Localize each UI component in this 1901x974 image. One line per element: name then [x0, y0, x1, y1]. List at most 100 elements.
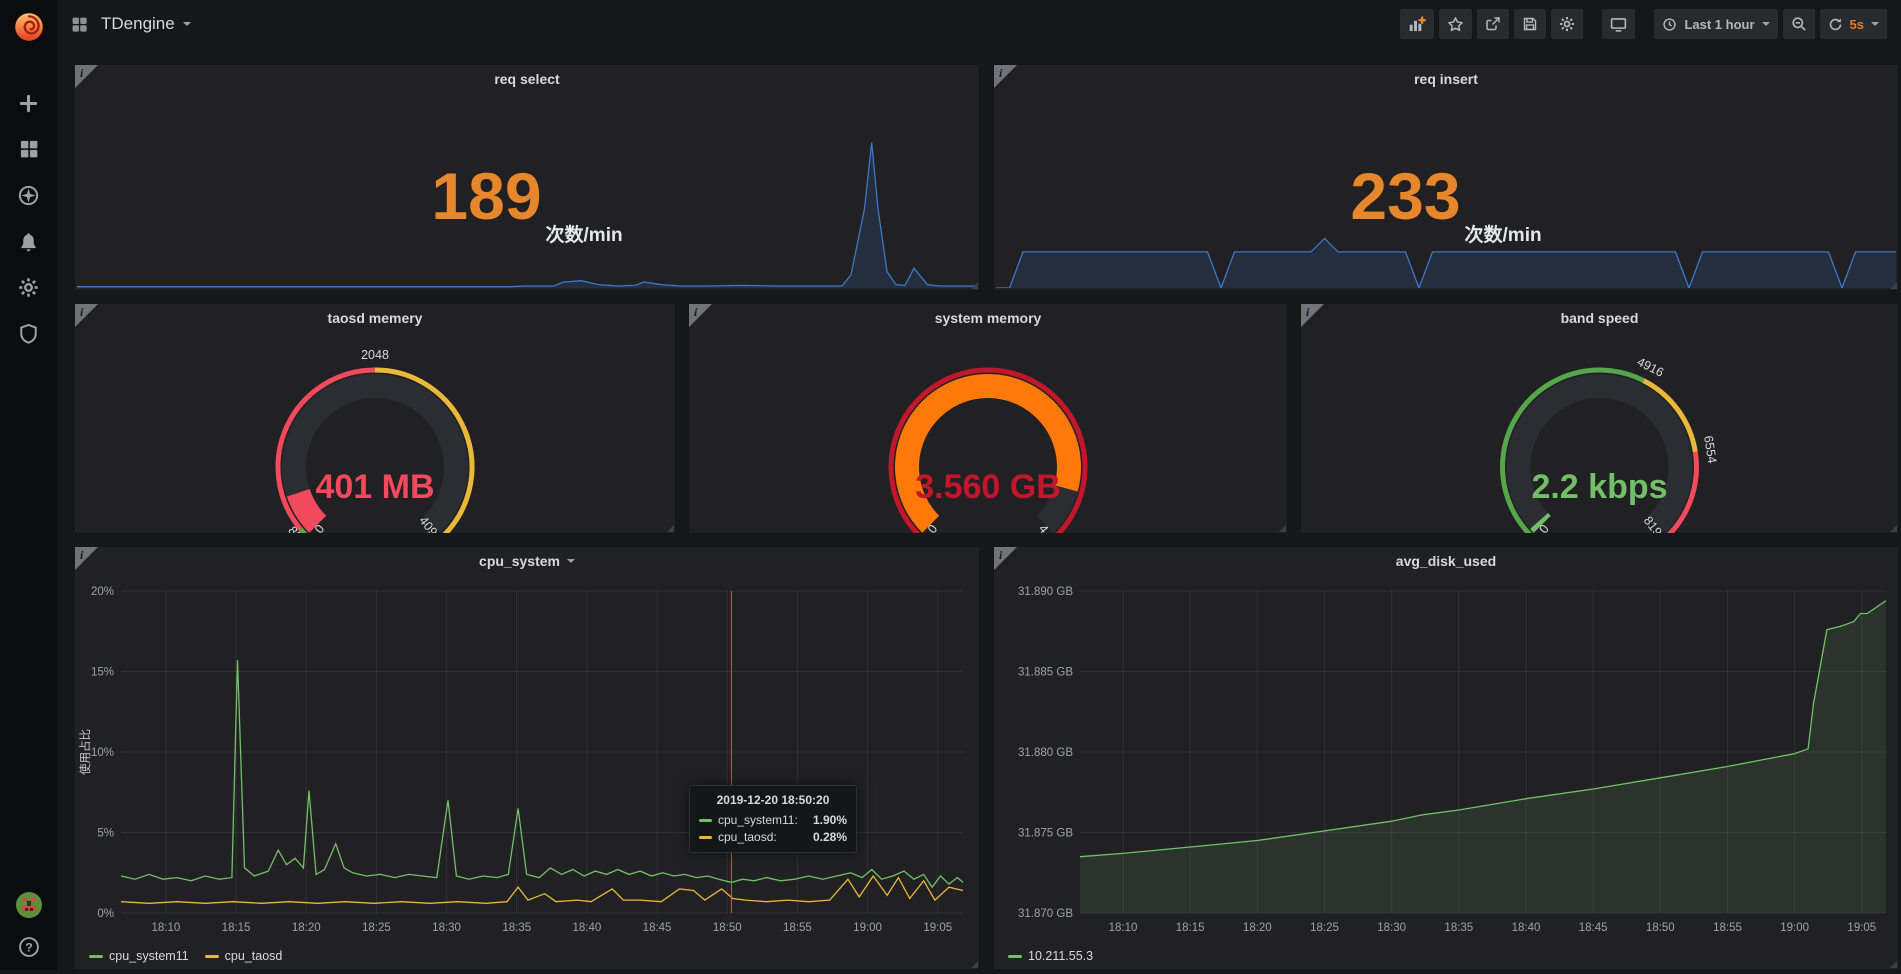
svg-text:18:10: 18:10	[1109, 922, 1138, 934]
sidebar	[0, 0, 57, 970]
explore-compass-icon[interactable]	[18, 184, 40, 206]
help-icon[interactable]	[18, 936, 40, 958]
svg-text:5%: 5%	[97, 828, 114, 840]
panel-title-system-memory[interactable]: system memory	[689, 304, 1287, 331]
legend-color-dash	[1008, 955, 1022, 958]
svg-text:18:20: 18:20	[292, 922, 321, 934]
share-dashboard-button[interactable]	[1477, 9, 1509, 39]
chart-legend: 10.211.55.3	[1008, 949, 1093, 963]
svg-text:19:05: 19:05	[1847, 922, 1876, 934]
svg-text:18:50: 18:50	[713, 922, 742, 934]
time-range-label: Last 1 hour	[1684, 17, 1754, 32]
stat-number: 233	[1350, 163, 1460, 229]
legend-item-cpu-system11[interactable]: cpu_system11	[89, 949, 189, 963]
svg-text:20%: 20%	[91, 586, 114, 598]
svg-text:31.880 GB: 31.880 GB	[1018, 747, 1073, 759]
svg-text:18:25: 18:25	[362, 922, 391, 934]
svg-text:18:45: 18:45	[643, 922, 672, 934]
series-color-dash	[699, 819, 712, 822]
dashboard-title-dropdown[interactable]: TDengine	[101, 14, 191, 34]
panel-taosd-memory: i taosd memery 08020484096 401 MB	[74, 303, 676, 534]
svg-text:18:55: 18:55	[1713, 922, 1742, 934]
svg-text:18:35: 18:35	[502, 922, 531, 934]
panel-band-speed: i band speed 0491665548192 2.2 kbps	[1300, 303, 1899, 534]
panel-req-select: i req select 189 次数/min	[74, 64, 980, 291]
configuration-gear-icon[interactable]	[18, 276, 40, 298]
star-dashboard-button[interactable]	[1439, 9, 1472, 39]
dashboard-grid: i req select 189 次数/min i req insert 233…	[57, 48, 1901, 970]
avatar-image	[16, 892, 42, 918]
svg-text:18:15: 18:15	[222, 922, 251, 934]
svg-text:4: 4	[1036, 522, 1051, 533]
cycle-view-monitor-button[interactable]	[1602, 9, 1635, 39]
svg-text:18:15: 18:15	[1176, 922, 1205, 934]
grafana-logo[interactable]	[0, 0, 57, 54]
refresh-picker[interactable]: 5s	[1820, 9, 1887, 39]
svg-text:0%: 0%	[97, 908, 114, 920]
panel-title-req-select[interactable]: req select	[75, 65, 979, 92]
grafana-logo-icon	[12, 10, 46, 44]
tooltip-timestamp: 2019-12-20 18:50:20	[699, 793, 847, 807]
panel-req-insert: i req insert 233 次数/min	[993, 64, 1899, 291]
svg-text:31.875 GB: 31.875 GB	[1018, 828, 1073, 840]
svg-text:18:10: 18:10	[152, 922, 181, 934]
svg-text:0: 0	[312, 522, 327, 533]
svg-text:31.885 GB: 31.885 GB	[1018, 667, 1073, 679]
svg-text:31.890 GB: 31.890 GB	[1018, 586, 1073, 598]
dashboard-settings-button[interactable]	[1551, 9, 1583, 39]
svg-text:18:40: 18:40	[573, 922, 602, 934]
svg-text:18:50: 18:50	[1646, 922, 1675, 934]
chevron-down-icon	[1762, 22, 1770, 26]
gauge-value: 2.2 kbps	[1301, 468, 1898, 507]
svg-text:18:20: 18:20	[1243, 922, 1272, 934]
svg-text:18:55: 18:55	[783, 922, 812, 934]
svg-text:2048: 2048	[361, 348, 389, 362]
clock-icon	[1662, 17, 1677, 32]
time-range-picker[interactable]: Last 1 hour	[1654, 9, 1777, 39]
tooltip-row: cpu_system11: 1.90%	[699, 813, 847, 827]
legend-color-dash	[89, 955, 103, 958]
zoom-out-time-button[interactable]	[1783, 9, 1815, 39]
svg-text:19:00: 19:00	[853, 922, 882, 934]
panel-system-memory: i system memory 04 3.560 GB	[688, 303, 1288, 534]
apps-grid-icon[interactable]	[71, 16, 88, 33]
panel-title-band-speed[interactable]: band speed	[1301, 304, 1898, 331]
legend-item-cpu-taosd[interactable]: cpu_taosd	[205, 949, 283, 963]
sparkline	[996, 226, 1896, 288]
refresh-icon	[1828, 17, 1843, 32]
svg-text:18:25: 18:25	[1310, 922, 1339, 934]
panel-avg-disk-used: i avg_disk_used 18:1018:1518:2018:2518:3…	[993, 546, 1899, 970]
alerting-bell-icon[interactable]	[18, 230, 40, 252]
svg-text:19:05: 19:05	[923, 922, 952, 934]
svg-text:18:30: 18:30	[1377, 922, 1406, 934]
server-admin-shield-icon[interactable]	[18, 322, 40, 344]
create-plus-icon[interactable]	[18, 92, 40, 114]
save-dashboard-button[interactable]	[1514, 9, 1546, 39]
svg-text:18:45: 18:45	[1579, 922, 1608, 934]
tooltip-row: cpu_taosd: 0.28%	[699, 830, 847, 844]
chevron-down-icon	[183, 22, 191, 26]
add-panel-button[interactable]	[1400, 9, 1434, 39]
svg-text:0: 0	[925, 522, 940, 533]
legend-item-host[interactable]: 10.211.55.3	[1008, 949, 1093, 963]
user-avatar[interactable]	[16, 892, 42, 918]
sparkline	[77, 136, 977, 288]
topbar: TDengine Last 1 hour 5s	[57, 0, 1901, 48]
chevron-down-icon	[1871, 22, 1879, 26]
time-series-chart[interactable]: 18:1018:1518:2018:2518:3018:3518:4018:45…	[75, 547, 979, 969]
svg-text:15%: 15%	[91, 667, 114, 679]
svg-text:18:35: 18:35	[1444, 922, 1473, 934]
svg-text:0: 0	[1536, 522, 1551, 533]
gauge-value: 3.560 GB	[689, 468, 1287, 507]
chart-legend: cpu_system11 cpu_taosd	[89, 949, 282, 963]
dashboards-icon[interactable]	[18, 138, 40, 160]
panel-title-taosd-memory[interactable]: taosd memery	[75, 304, 675, 331]
panel-title-req-insert[interactable]: req insert	[994, 65, 1898, 92]
legend-color-dash	[205, 955, 219, 958]
gauge-value: 401 MB	[75, 468, 675, 507]
dashboard-title: TDengine	[101, 14, 175, 34]
svg-text:18:40: 18:40	[1512, 922, 1541, 934]
svg-text:10%: 10%	[91, 747, 114, 759]
svg-text:使用占比: 使用占比	[78, 729, 92, 775]
time-series-chart[interactable]: 18:10 18:15 18:20 18:25 18:30 18:35 18:40 18:45…	[994, 547, 1898, 969]
